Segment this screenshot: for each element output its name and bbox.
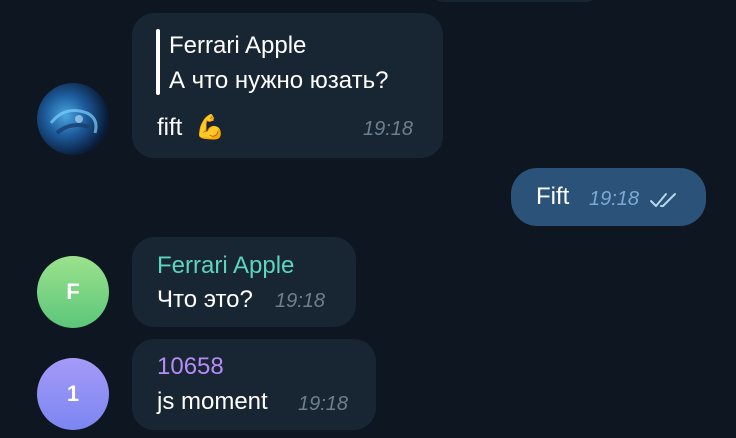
message-text-body: fift	[157, 114, 183, 141]
message-time: 19:18	[363, 118, 414, 140]
message-text: Что это?	[157, 286, 253, 313]
reply-text: А что нужно юзать?	[169, 67, 389, 94]
incoming-message-bubble[interactable]: 10658 js moment 19:18	[132, 339, 376, 430]
reply-quote-bar	[156, 29, 160, 95]
user-avatar-image[interactable]	[37, 83, 109, 155]
incoming-message-bubble[interactable]: Ferrari Apple Что это? 19:18	[132, 237, 356, 327]
user-avatar-letter[interactable]: 1	[37, 358, 109, 430]
message-time: 19:18	[275, 290, 326, 312]
message-time: 19:18	[298, 393, 349, 415]
message-time: 19:18	[589, 188, 640, 210]
outgoing-message-bubble[interactable]: Fift 19:18 ✓✓	[511, 168, 706, 226]
double-check-read-icon	[650, 193, 676, 207]
sender-name[interactable]: 10658	[157, 353, 224, 381]
message-bubble-reply[interactable]: Ferrari Apple А что нужно юзать? fift 💪 …	[132, 13, 443, 158]
flexed-biceps-emoji-icon: 💪	[195, 114, 225, 141]
reply-author[interactable]: Ferrari Apple	[169, 32, 306, 60]
message-text: Fift	[536, 183, 570, 210]
previous-message-bubble-fragment	[430, 0, 600, 2]
user-avatar-letter[interactable]: F	[37, 256, 109, 328]
avatar-art-icon	[49, 109, 98, 135]
message-text: fift 💪	[157, 114, 225, 142]
sender-name[interactable]: Ferrari Apple	[157, 252, 294, 280]
message-text: js moment	[157, 388, 268, 415]
